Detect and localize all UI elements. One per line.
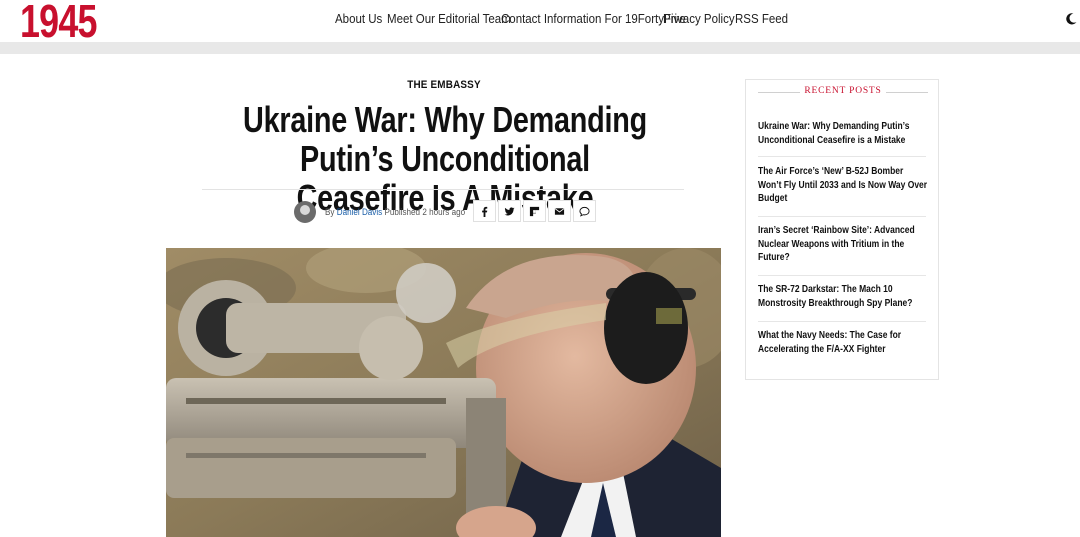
nav-about-us[interactable]: About Us (335, 12, 382, 26)
recent-posts-title: RECENT POSTS (758, 86, 928, 96)
byline-by: By (325, 207, 335, 217)
share-email-button[interactable] (548, 200, 571, 222)
email-icon (554, 207, 565, 215)
headline-divider (202, 189, 684, 190)
recent-post-5[interactable]: What the Navy Needs: The Case for Accele… (758, 329, 928, 356)
recent-post-3[interactable]: Iran’s Secret ‘Rainbow Site’: Advanced N… (758, 224, 928, 265)
main-nav: About Us Meet Our Editorial Team Contact… (335, 12, 789, 26)
recent-posts-widget: RECENT POSTS Ukraine War: Why Demanding … (745, 79, 939, 380)
twitter-icon (504, 206, 515, 215)
site-header: 1945 About Us Meet Our Editorial Team Co… (0, 0, 1080, 47)
post-divider (758, 321, 926, 322)
author-avatar[interactable] (294, 201, 316, 223)
post-divider (758, 156, 926, 157)
recent-post-1[interactable]: Ukraine War: Why Demanding Putin’s Uncon… (758, 120, 928, 147)
hero-photo (166, 248, 721, 537)
nav-rss-feed[interactable]: RSS Feed (735, 12, 788, 26)
share-comment-button[interactable] (573, 200, 596, 222)
nav-privacy-policy[interactable]: Privacy Policy (663, 12, 735, 26)
share-twitter-button[interactable] (498, 200, 521, 222)
recent-post-2[interactable]: The Air Force’s ‘New’ B-52J Bomber Won’t… (758, 165, 928, 206)
facebook-icon (482, 206, 488, 217)
author-link[interactable]: Daniel Davis (337, 207, 382, 217)
recent-posts-header: RECENT POSTS (758, 86, 928, 100)
nav-contact[interactable]: Contact Information For 19FortyFive (501, 12, 686, 26)
site-logo[interactable]: 1945 (20, 0, 97, 48)
article-hero-image[interactable] (166, 248, 721, 537)
flipboard-icon (529, 206, 540, 216)
post-divider (758, 275, 926, 276)
nav-editorial-team[interactable]: Meet Our Editorial Team (387, 12, 511, 26)
comment-icon (579, 206, 590, 217)
article-byline: By Daniel Davis Published 2 hours ago (325, 207, 465, 217)
byline-time: 2 hours ago (422, 207, 466, 217)
article-category[interactable]: THE EMBASSY (314, 79, 573, 91)
byline-published: Published (384, 207, 421, 217)
post-divider (758, 216, 926, 217)
header-divider (0, 42, 1080, 54)
moon-icon[interactable] (1064, 12, 1078, 26)
share-flipboard-button[interactable] (523, 200, 546, 222)
recent-post-4[interactable]: The SR-72 Darkstar: The Mach 10 Monstros… (758, 283, 928, 310)
share-facebook-button[interactable] (473, 200, 496, 222)
